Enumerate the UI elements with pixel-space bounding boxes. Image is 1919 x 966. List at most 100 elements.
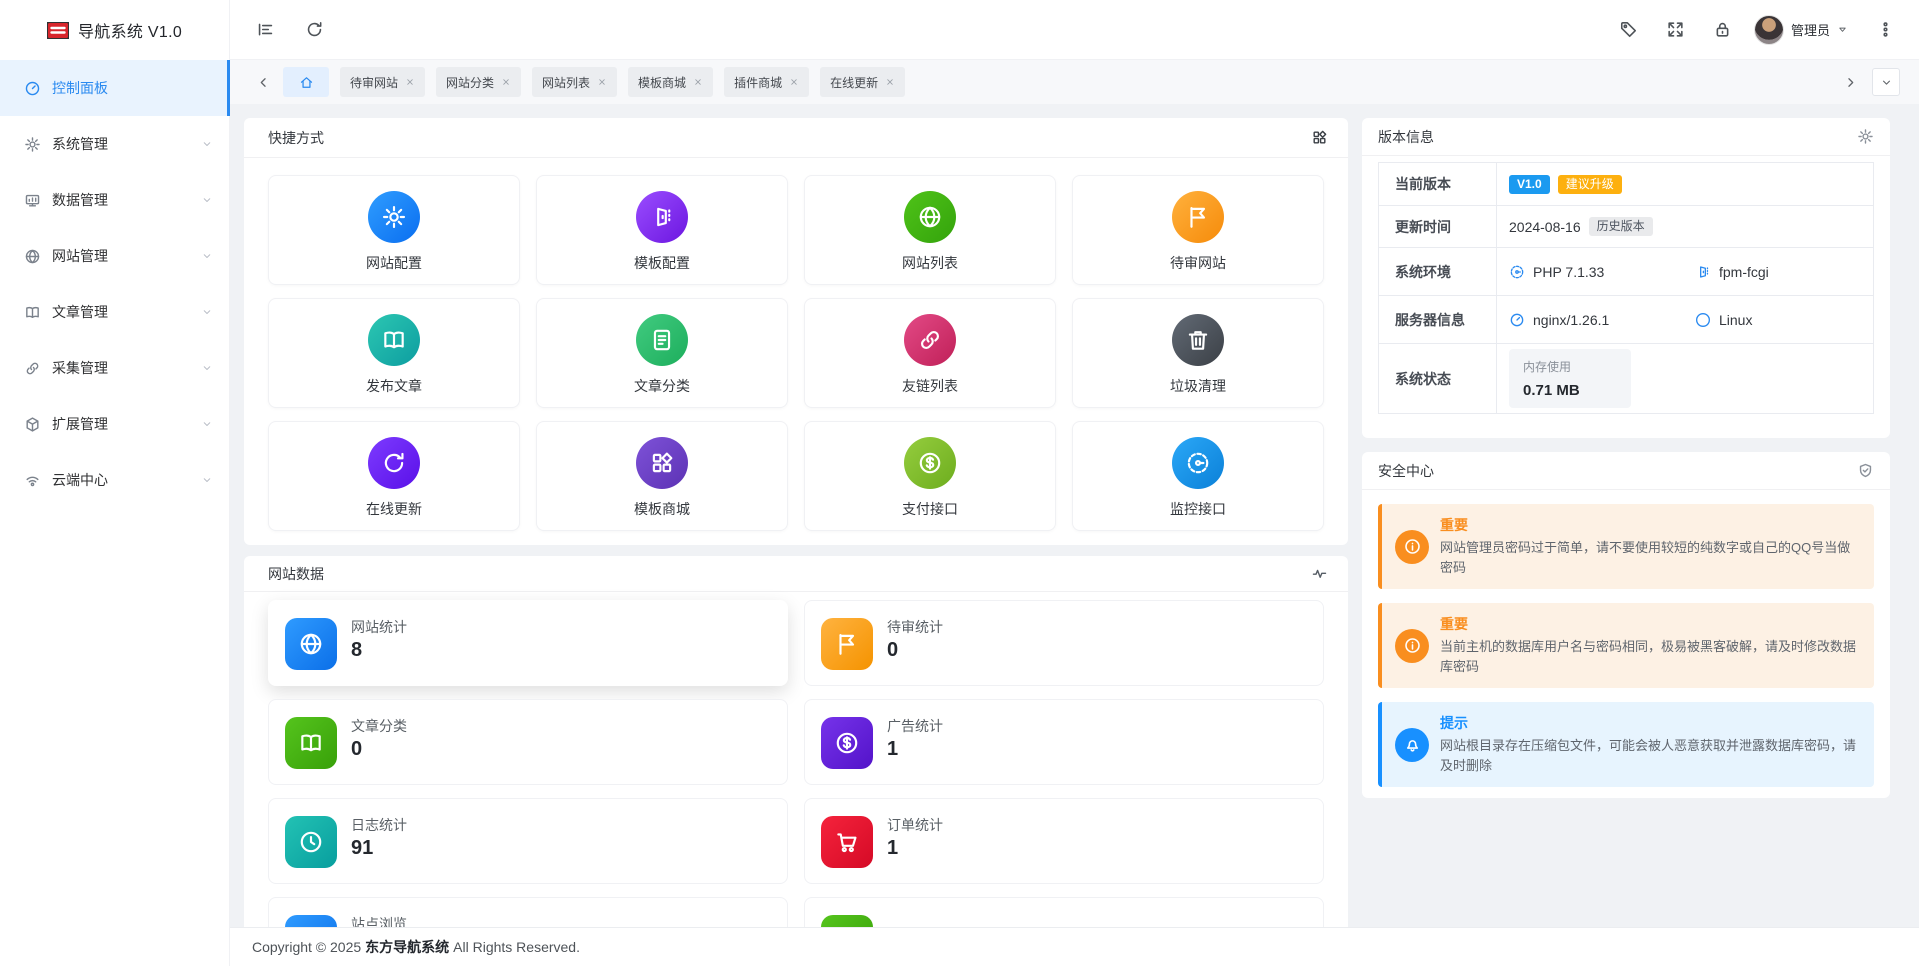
globe-icon (24, 248, 41, 265)
kebab-menu-icon[interactable] (1876, 20, 1895, 39)
book-icon (298, 730, 324, 756)
dashboard-icon (24, 80, 41, 97)
gear-icon (381, 204, 407, 230)
shortcut-payment-api[interactable]: 支付接口 (804, 421, 1056, 531)
sidebar: 导航系统 V1.0 控制面板 系统管理 数据管理 网站管理 文章管理 (0, 0, 230, 966)
shortcut-label: 友链列表 (805, 376, 1055, 396)
history-versions-badge[interactable]: 历史版本 (1589, 217, 1653, 236)
shortcut-site-config[interactable]: 网站配置 (268, 175, 520, 285)
app-grid-icon[interactable] (1311, 129, 1328, 146)
upgrade-badge[interactable]: 建议升级 (1558, 175, 1622, 194)
sidebar-item-label: 云端中心 (52, 470, 108, 490)
shortcut-label: 支付接口 (805, 499, 1055, 519)
gear-icon (24, 136, 41, 153)
chevron-down-icon (1880, 76, 1893, 89)
sidebar-item-data[interactable]: 数据管理 (0, 172, 229, 228)
refresh-icon[interactable] (305, 20, 324, 39)
chevron-down-icon (201, 362, 213, 374)
sidebar-item-dashboard[interactable]: 控制面板 (0, 60, 229, 116)
server-info-label: 服务器信息 (1379, 296, 1497, 343)
tab-site-category[interactable]: 网站分类 (436, 67, 521, 97)
stat-label: 日志统计 (351, 815, 407, 835)
close-icon[interactable] (885, 77, 895, 87)
shortcut-trash-clean[interactable]: 垃圾清理 (1072, 298, 1324, 408)
tab-online-update[interactable]: 在线更新 (820, 67, 905, 97)
sidebar-item-collect[interactable]: 采集管理 (0, 340, 229, 396)
user-menu[interactable]: 管理员 (1754, 15, 1848, 45)
stat-pending-count[interactable]: 待审统计 0 (804, 600, 1324, 686)
app-title: 导航系统 V1.0 (78, 18, 182, 42)
gauge-icon (1185, 450, 1211, 476)
close-icon[interactable] (789, 77, 799, 87)
close-icon[interactable] (405, 77, 415, 87)
stat-order-count[interactable]: 订单统计 1 (804, 798, 1324, 884)
shortcut-publish-article[interactable]: 发布文章 (268, 298, 520, 408)
shortcut-template-config[interactable]: 模板配置 (536, 175, 788, 285)
stat-label: 网站统计 (351, 617, 407, 637)
lock-icon[interactable] (1713, 20, 1732, 39)
security-alert-password: 重要 网站管理员密码过于简单，请不要使用较短的纯数字或自己的QQ号当做密码 (1378, 504, 1874, 589)
memory-usage-value: 0.71 MB (1523, 382, 1617, 399)
sidebar-item-label: 系统管理 (52, 134, 108, 154)
tab-label: 模板商城 (638, 74, 686, 91)
stat-ad-count[interactable]: 广告统计 1 (804, 699, 1324, 785)
gear-icon[interactable] (1857, 128, 1874, 145)
shortcut-template-store[interactable]: 模板商城 (536, 421, 788, 531)
shortcuts-title: 快捷方式 (268, 128, 324, 148)
shortcut-pending-sites[interactable]: 待审网站 (1072, 175, 1324, 285)
sidebar-item-article[interactable]: 文章管理 (0, 284, 229, 340)
stats-grid: 网站统计 8 待审统计 0 文章分类 0 广告统计 1 日志统计 91 (268, 600, 1324, 966)
tab-label: 插件商城 (734, 74, 782, 91)
fullscreen-icon[interactable] (1666, 20, 1685, 39)
stat-article-category[interactable]: 文章分类 0 (268, 699, 788, 785)
close-icon[interactable] (501, 77, 511, 87)
sidebar-item-website[interactable]: 网站管理 (0, 228, 229, 284)
security-panel: 安全中心 重要 网站管理员密码过于简单，请不要使用较短的纯数字或自己的QQ号当做… (1362, 452, 1890, 798)
tab-label: 待审网站 (350, 74, 398, 91)
shortcut-friend-links[interactable]: 友链列表 (804, 298, 1056, 408)
sidebar-item-extension[interactable]: 扩展管理 (0, 396, 229, 452)
sidebar-item-cloud[interactable]: 云端中心 (0, 452, 229, 508)
stat-label: 广告统计 (887, 716, 943, 736)
current-version-label: 当前版本 (1379, 163, 1497, 205)
shortcut-monitor-api[interactable]: 监控接口 (1072, 421, 1324, 531)
sapi-template-icon (1695, 264, 1711, 280)
shortcut-online-update[interactable]: 在线更新 (268, 421, 520, 531)
clock-icon (298, 829, 324, 855)
close-icon[interactable] (693, 77, 703, 87)
tab-template-store[interactable]: 模板商城 (628, 67, 713, 97)
tabs-scroll-left-icon[interactable] (256, 75, 271, 90)
shortcut-label: 文章分类 (537, 376, 787, 396)
sidebar-item-label: 网站管理 (52, 246, 108, 266)
stat-log-count[interactable]: 日志统计 91 (268, 798, 788, 884)
alert-text: 当前主机的数据库用户名与密码相同，极易被黑客破解，请及时修改数据库密码 (1440, 637, 1858, 677)
tab-home[interactable] (283, 67, 329, 97)
sidebar-item-system[interactable]: 系统管理 (0, 116, 229, 172)
tabs-dropdown-button[interactable] (1872, 68, 1900, 96)
tab-label: 在线更新 (830, 74, 878, 91)
version-table: 当前版本 V1.0 建议升级 更新时间 2024-08-16 历史版本 系统环境 (1378, 162, 1874, 414)
update-time-label: 更新时间 (1379, 206, 1497, 247)
avatar[interactable] (1754, 15, 1784, 45)
memory-usage-box: 内存使用 0.71 MB (1509, 349, 1631, 408)
tab-site-list[interactable]: 网站列表 (532, 67, 617, 97)
flag-icon (834, 631, 860, 657)
close-icon[interactable] (597, 77, 607, 87)
tab-plugin-store[interactable]: 插件商城 (724, 67, 809, 97)
wifi-icon (24, 472, 41, 489)
tab-pending-review[interactable]: 待审网站 (340, 67, 425, 97)
shortcut-site-list[interactable]: 网站列表 (804, 175, 1056, 285)
shortcuts-grid: 网站配置 模板配置 网站列表 待审网站 发布文章 文章分类 (268, 175, 1324, 531)
tag-icon[interactable] (1619, 20, 1638, 39)
shield-check-icon[interactable] (1857, 462, 1874, 479)
shortcuts-panel: 快捷方式 网站配置 模板配置 网站列表 待审网站 发布文章 (244, 118, 1348, 545)
stat-site-count[interactable]: 网站统计 8 (268, 600, 788, 686)
tabs-scroll-right-icon[interactable] (1843, 75, 1858, 90)
pulse-icon[interactable] (1311, 565, 1328, 582)
monitor-icon (24, 192, 41, 209)
tab-bar: 待审网站 网站分类 网站列表 模板商城 插件商城 在线更新 (230, 60, 1919, 104)
main-content: 快捷方式 网站配置 模板配置 网站列表 待审网站 发布文章 (230, 104, 1919, 966)
collapse-menu-icon[interactable] (256, 20, 275, 39)
shortcut-article-category[interactable]: 文章分类 (536, 298, 788, 408)
info-circle-icon (1403, 537, 1422, 556)
